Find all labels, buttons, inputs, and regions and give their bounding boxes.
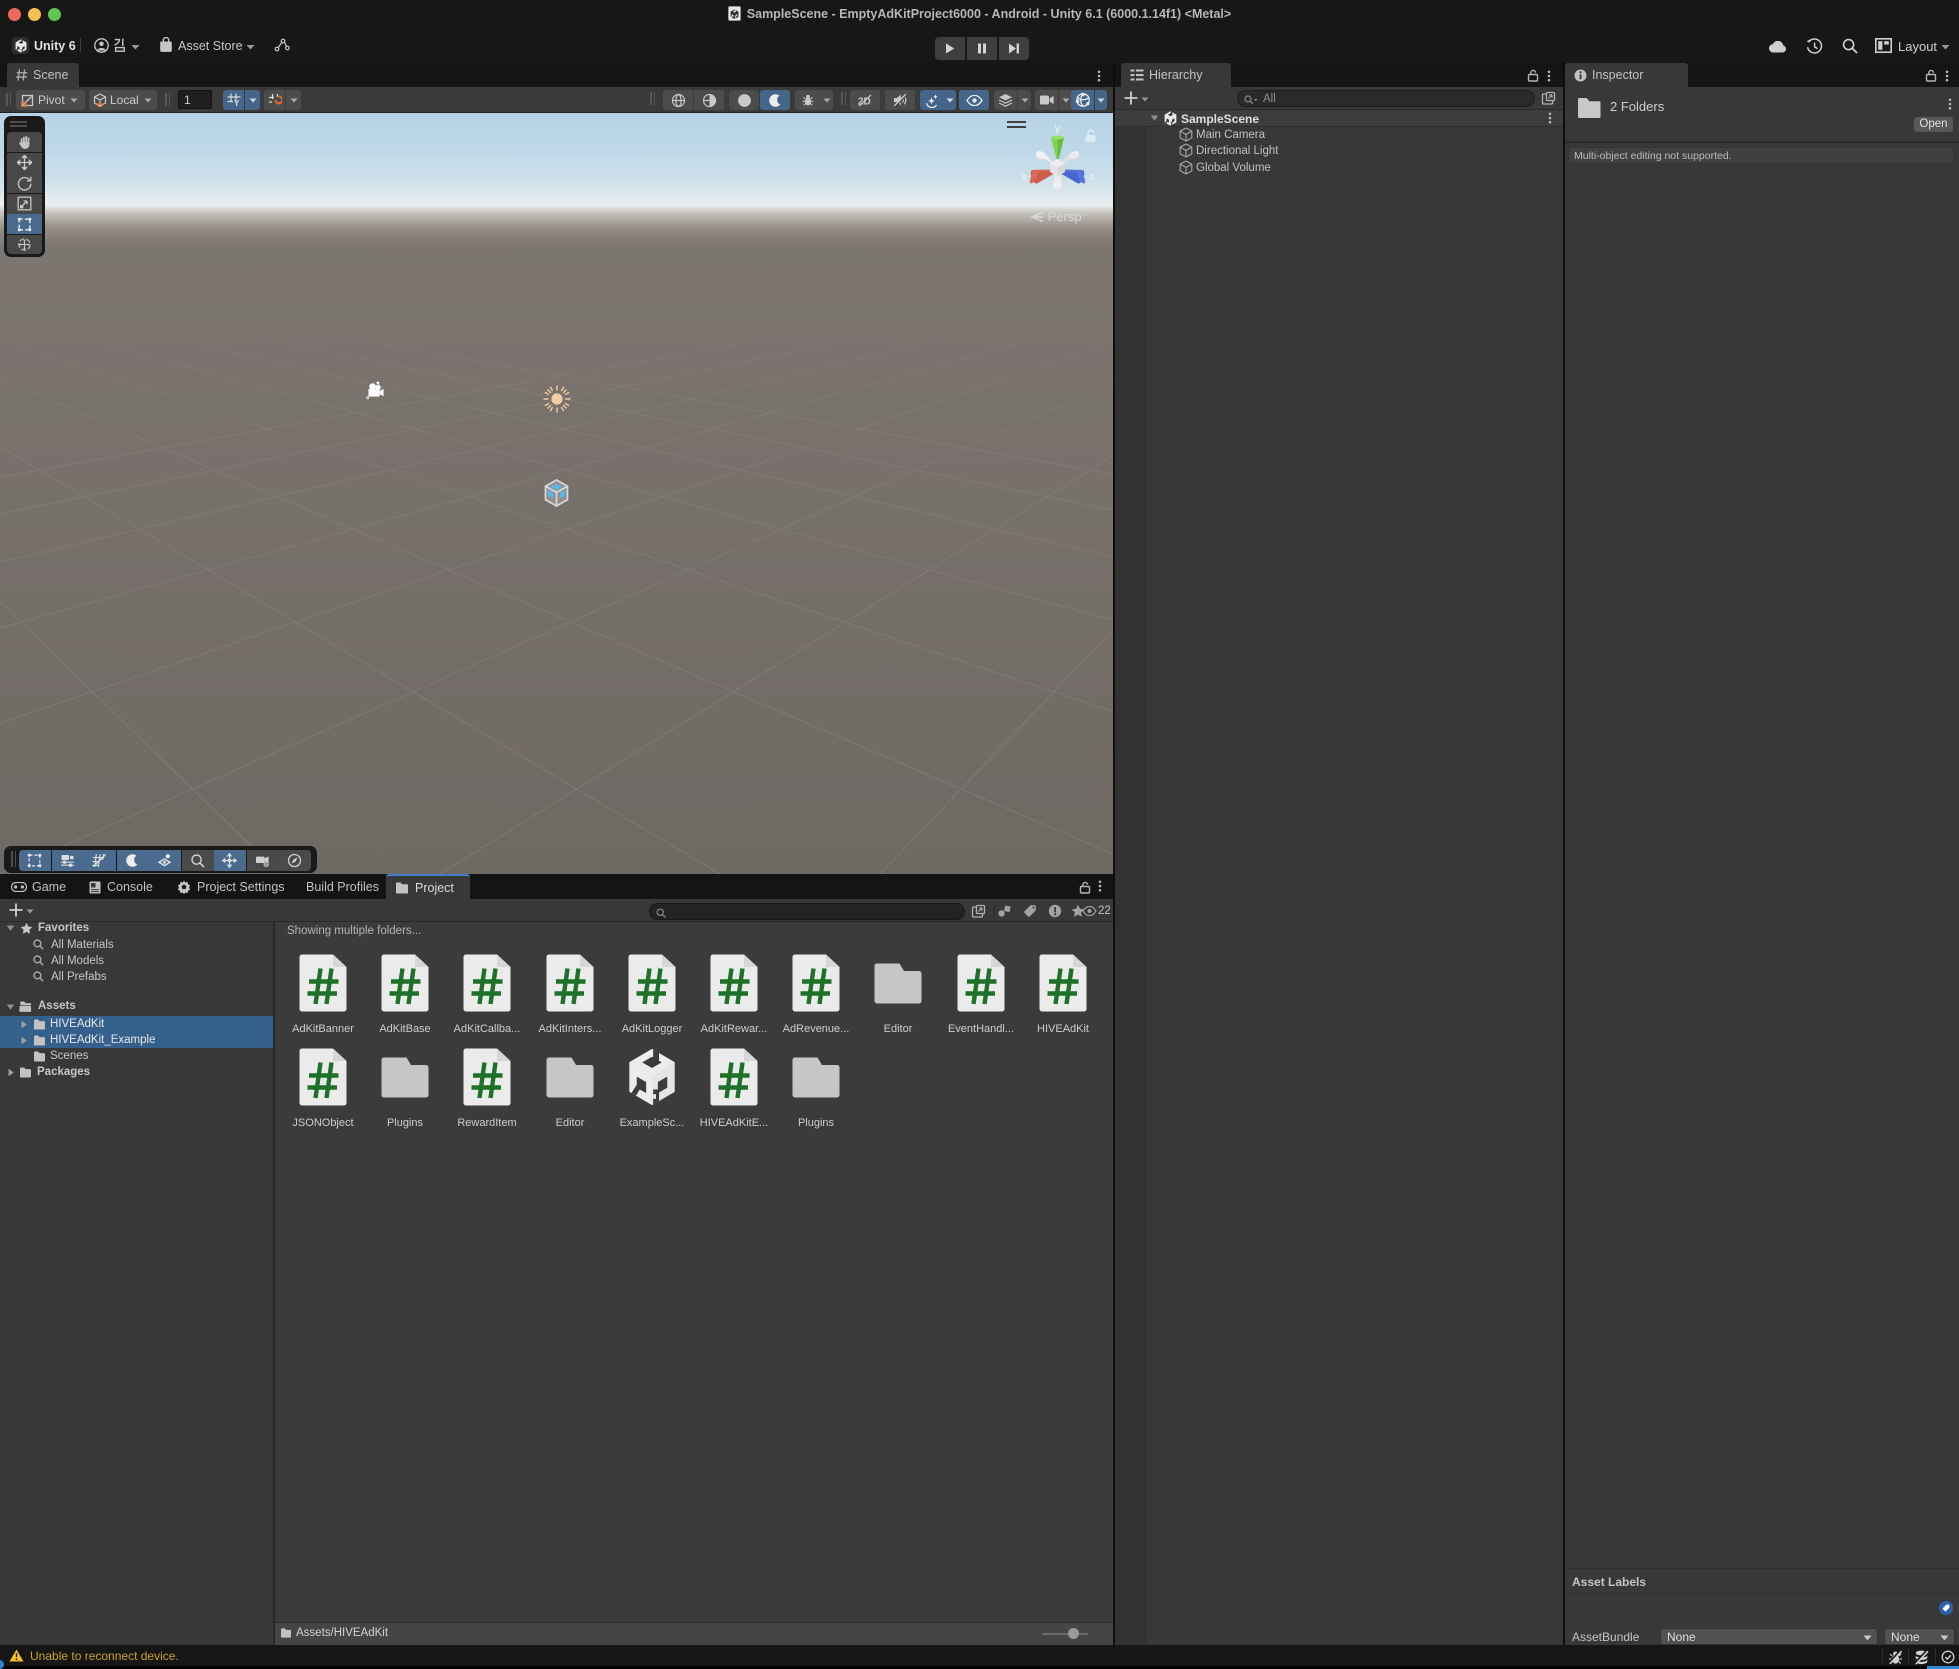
svg-text:x: x [1021, 171, 1027, 183]
svg-text:Y: Y [234, 99, 240, 107]
svg-text:y: y [1055, 121, 1061, 135]
svg-text:z: z [1089, 171, 1095, 183]
